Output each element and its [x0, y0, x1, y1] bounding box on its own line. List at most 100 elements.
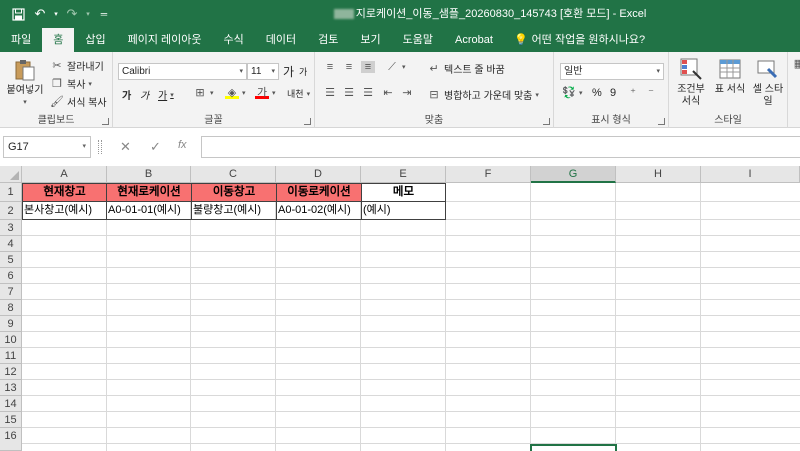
cancel-icon[interactable]: ✕: [120, 139, 131, 155]
cell-styles-button[interactable]: 셀 스타일: [749, 57, 787, 108]
formula-input[interactable]: [201, 136, 800, 158]
column-header-b[interactable]: B: [107, 166, 191, 183]
copy-button[interactable]: ❐ 복사 ▾: [50, 76, 92, 92]
accounting-dropdown-icon: ▾: [579, 90, 583, 97]
row-header-12[interactable]: 12: [0, 364, 22, 380]
row-header-6[interactable]: 6: [0, 268, 22, 284]
accounting-format-button[interactable]: 💱 ▾: [562, 87, 583, 99]
phonetic-button[interactable]: 내천 ▾: [287, 87, 310, 100]
cell-e1[interactable]: 메모: [361, 183, 446, 202]
conditional-formatting-button[interactable]: 조건부 서식: [672, 57, 710, 108]
insert-function-button[interactable]: fx: [178, 139, 187, 151]
row-header-9[interactable]: 9: [0, 316, 22, 332]
row-header-2[interactable]: 2: [0, 202, 22, 220]
font-launcher-icon[interactable]: [304, 118, 311, 125]
tab-home[interactable]: 홈: [42, 28, 75, 52]
column-header-d[interactable]: D: [276, 166, 361, 183]
column-header-f[interactable]: F: [446, 166, 531, 183]
name-box[interactable]: G17 ▾: [3, 136, 91, 158]
cell-b2[interactable]: A0-01-01(예시): [106, 201, 192, 220]
alignment-launcher-icon[interactable]: [543, 118, 550, 125]
fill-color-dropdown-icon: ▾: [242, 90, 246, 97]
paste-button[interactable]: 붙여넣기 ▾: [5, 58, 45, 109]
column-header-g[interactable]: G: [531, 166, 616, 183]
cell-c2[interactable]: 불량창고(예시): [191, 201, 277, 220]
increase-decimal-button[interactable]: ⁺: [626, 87, 640, 99]
shrink-font-button[interactable]: 가: [299, 65, 307, 78]
tell-me-search[interactable]: 💡 어떤 작업을 원하시나요?: [504, 28, 656, 52]
row-header-3[interactable]: 3: [0, 220, 22, 236]
clipboard-launcher-icon[interactable]: [102, 118, 109, 125]
align-middle-button[interactable]: ≡: [342, 61, 356, 73]
worksheet-grid[interactable]: A B C D E F G H I 1 2 3 4 5 6 7 8 9 10 1…: [0, 166, 800, 451]
column-header-e[interactable]: E: [361, 166, 446, 183]
tab-view[interactable]: 보기: [349, 28, 391, 52]
tab-file[interactable]: 파일: [0, 28, 42, 52]
tab-insert[interactable]: 삽입: [74, 28, 116, 52]
format-as-table-button[interactable]: 표 서식: [712, 57, 748, 96]
cut-button[interactable]: ✂ 잘라내기: [50, 58, 103, 74]
formula-bar-splitter[interactable]: [98, 140, 102, 154]
percent-style-button[interactable]: %: [592, 87, 602, 99]
cells-group-partial[interactable]: ▦: [792, 58, 800, 70]
orientation-button[interactable]: ⟋ ▾: [385, 61, 405, 73]
column-header-h[interactable]: H: [616, 166, 701, 183]
decrease-indent-button[interactable]: ⇤: [381, 87, 395, 99]
row-header-1[interactable]: 1: [0, 183, 22, 202]
align-bottom-button[interactable]: ≡: [361, 61, 375, 73]
tab-data[interactable]: 데이터: [255, 28, 307, 52]
enter-icon[interactable]: ✓: [150, 139, 161, 155]
grow-font-button[interactable]: 가: [283, 63, 294, 80]
align-left-button[interactable]: ☰: [323, 87, 337, 99]
align-center-button[interactable]: ☰: [342, 87, 356, 99]
row-header-10[interactable]: 10: [0, 332, 22, 348]
column-header-i[interactable]: I: [701, 166, 800, 183]
cell-a2[interactable]: 본사창고(예시): [22, 201, 107, 220]
number-format-select[interactable]: 일반 ▾: [560, 63, 664, 80]
row-header-5[interactable]: 5: [0, 252, 22, 268]
decrease-decimal-button[interactable]: ⁻: [644, 87, 658, 99]
merge-center-button[interactable]: ⊟ 병합하고 가운데 맞춤 ▾: [427, 87, 538, 103]
select-all-button[interactable]: [0, 166, 22, 183]
fill-color-button[interactable]: ◈ ▾: [225, 87, 246, 99]
underline-button[interactable]: 가 ▾: [158, 87, 174, 102]
increase-indent-button[interactable]: ⇥: [400, 87, 414, 99]
row-header-7[interactable]: 7: [0, 284, 22, 300]
cell-b1[interactable]: 현재로케이션: [106, 183, 192, 202]
cell-d1[interactable]: 이동로케이션: [276, 183, 362, 202]
row-header-11[interactable]: 11: [0, 348, 22, 364]
row-header-14[interactable]: 14: [0, 396, 22, 412]
wrap-text-button[interactable]: ↵ 텍스트 줄 바꿈: [427, 61, 504, 77]
row-header-16[interactable]: 16: [0, 428, 22, 451]
borders-button[interactable]: ⊞ ▾: [193, 87, 213, 99]
cell-d2[interactable]: A0-01-02(예시): [276, 201, 362, 220]
italic-button[interactable]: 가: [140, 87, 149, 102]
align-top-button[interactable]: ≡: [323, 61, 337, 73]
number-launcher-icon[interactable]: [658, 118, 665, 125]
align-right-button[interactable]: ☰: [361, 87, 375, 99]
column-header-c[interactable]: C: [191, 166, 276, 183]
font-color-button[interactable]: 가 ▾: [255, 87, 276, 99]
format-painter-button[interactable]: 🖌 서식 복사: [50, 94, 107, 110]
font-name-select[interactable]: Calibri ▾: [118, 63, 247, 80]
tab-acrobat[interactable]: Acrobat: [444, 28, 504, 52]
gridline: [22, 395, 800, 396]
comma-style-button[interactable]: 9: [610, 87, 616, 99]
column-header-a[interactable]: A: [22, 166, 107, 183]
chevron-down-icon: ▾: [656, 68, 660, 75]
cell-c1[interactable]: 이동창고: [191, 183, 277, 202]
font-size-select[interactable]: 11 ▾: [247, 63, 279, 80]
row-header-8[interactable]: 8: [0, 300, 22, 316]
tab-review[interactable]: 검토: [307, 28, 349, 52]
selected-cell-g17[interactable]: [530, 444, 617, 451]
cell-e2[interactable]: (예시): [361, 201, 446, 220]
tab-formulas[interactable]: 수식: [213, 28, 255, 52]
tab-help[interactable]: 도움말: [392, 28, 444, 52]
cell-a1[interactable]: 현재창고: [22, 183, 107, 202]
align-center-icon: ☰: [344, 87, 354, 99]
row-header-13[interactable]: 13: [0, 380, 22, 396]
tab-page-layout[interactable]: 페이지 레이아웃: [117, 28, 213, 52]
bold-button[interactable]: 가: [122, 87, 131, 102]
row-header-15[interactable]: 15: [0, 412, 22, 428]
row-header-4[interactable]: 4: [0, 236, 22, 252]
